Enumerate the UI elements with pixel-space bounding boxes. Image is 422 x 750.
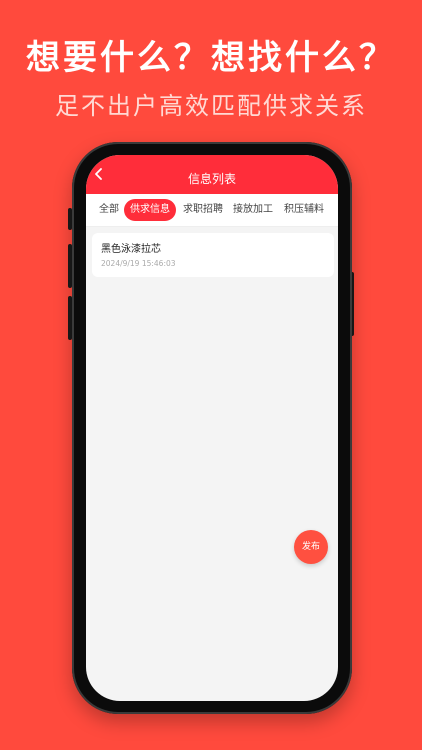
tab-supply-demand[interactable]: 供求信息	[124, 199, 176, 221]
tab-jobs[interactable]: 求职招聘	[183, 202, 223, 218]
tab-processing[interactable]: 接放加工	[233, 202, 273, 218]
list-item[interactable]: 黑色泳漆拉芯 2024/9/19 15:46:03	[92, 233, 334, 277]
item-title: 黑色泳漆拉芯	[101, 244, 161, 255]
promo-headline: 想要什么？想找什么？	[26, 38, 396, 78]
app-bar: 信息列表	[86, 155, 338, 194]
item-timestamp: 2024/9/19 15:46:03	[101, 259, 176, 268]
tab-surplus-materials[interactable]: 积压辅料	[284, 202, 324, 218]
category-tabs: 全部 供求信息 求职招聘 接放加工 积压辅料	[86, 194, 338, 227]
tab-all[interactable]: 全部	[99, 202, 119, 218]
app-screen: 信息列表 全部 供求信息 求职招聘 接放加工 积压辅料 黑色泳漆拉芯 2024/…	[86, 155, 338, 701]
promo-subline: 足不出户高效匹配供求关系	[55, 92, 367, 120]
publish-button[interactable]: 发布	[294, 530, 328, 564]
page-title: 信息列表	[187, 172, 236, 186]
